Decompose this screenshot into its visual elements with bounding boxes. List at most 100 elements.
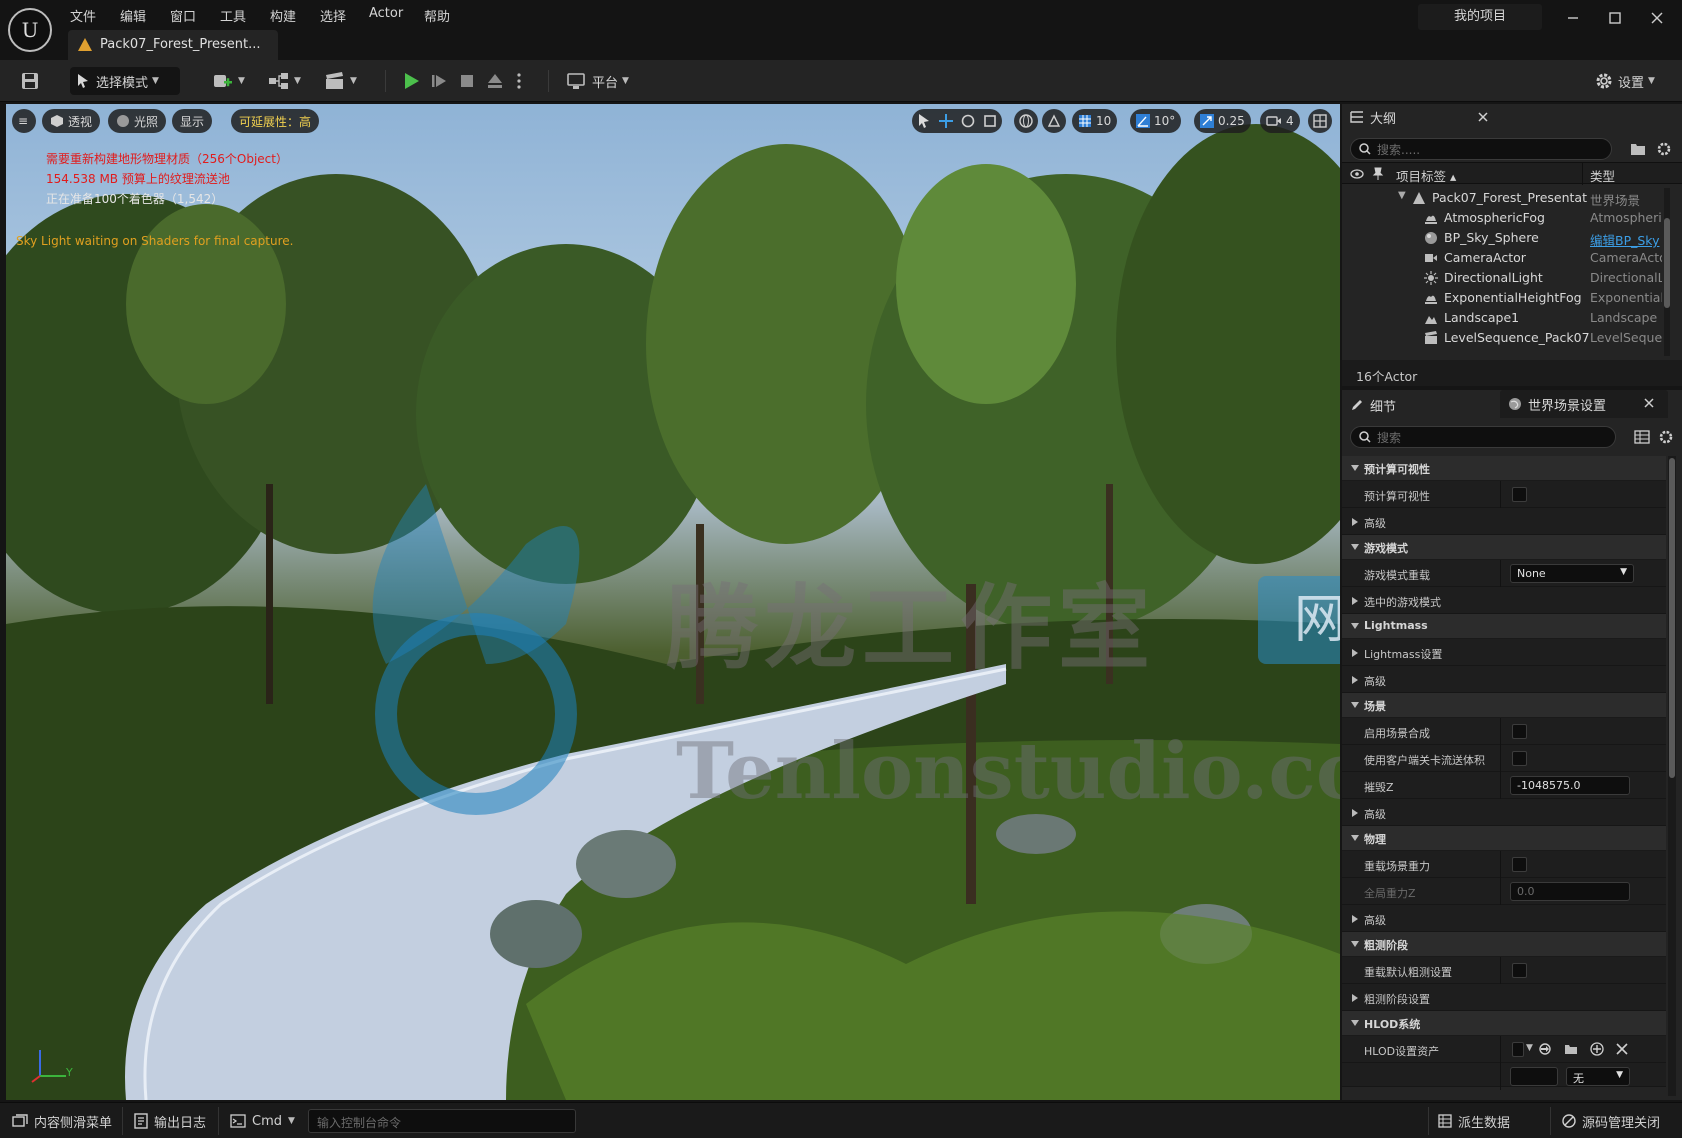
select-arrow-icon[interactable] (916, 113, 932, 129)
viewport-layout-button[interactable] (1308, 109, 1332, 133)
outliner-row[interactable]: BP_Sky_Sphere 编辑BP_Sky (1342, 228, 1662, 248)
category-hlod-system[interactable]: HLOD系统 (1342, 1011, 1666, 1036)
close-window-icon[interactable] (1647, 8, 1667, 28)
camera-speed-button[interactable]: 4 (1260, 109, 1300, 133)
stop-button[interactable] (452, 67, 482, 95)
console-command-input[interactable]: 输入控制台命令 (308, 1109, 576, 1133)
subcategory-advanced[interactable]: 高级 (1342, 799, 1666, 826)
close-tab-icon[interactable] (1644, 398, 1654, 408)
category-game-mode[interactable]: 游戏模式 (1342, 535, 1666, 560)
outliner-row[interactable]: ExponentialHeightFog Exponentiall (1342, 288, 1662, 308)
content-drawer-button[interactable]: 内容侧滑菜单 (12, 1111, 112, 1131)
output-log-button[interactable]: 输出日志 (134, 1111, 206, 1131)
outliner-scroll-thumb[interactable] (1664, 218, 1670, 308)
category-world[interactable]: 场景 (1342, 693, 1666, 718)
add-folder-icon[interactable] (1630, 142, 1646, 156)
outliner-column-type[interactable]: 类型 (1590, 166, 1615, 185)
details-search-input[interactable]: 搜索 (1350, 426, 1616, 448)
lighting-button[interactable]: 光照 (108, 109, 167, 133)
eye-icon[interactable] (1350, 168, 1364, 180)
outliner-search-input[interactable]: 搜索..... (1350, 138, 1612, 160)
settings-dropdown[interactable]: 设置 ▼ (1588, 67, 1661, 95)
subcategory-advanced[interactable]: 高级 (1342, 905, 1666, 932)
gear-icon[interactable] (1656, 141, 1672, 157)
minimize-icon[interactable] (1563, 8, 1583, 28)
outliner-tab[interactable]: 大纲 (1350, 104, 1396, 130)
override-default-broadphase-checkbox[interactable] (1512, 963, 1527, 978)
outliner-row[interactable]: AtmosphericFog Atmospheric (1342, 208, 1662, 228)
subcategory-lightmass-settings[interactable]: Lightmass设置 (1342, 639, 1666, 666)
precomputed-visibility-checkbox[interactable] (1512, 487, 1527, 502)
menu-tools[interactable]: 工具 (220, 6, 246, 26)
game-mode-override-select[interactable]: None ▼ (1510, 564, 1634, 583)
subcategory-advanced[interactable]: 高级 (1342, 508, 1666, 535)
derived-data-button[interactable]: 派生数据 (1438, 1111, 1510, 1131)
category-lightmass[interactable]: Lightmass (1342, 614, 1666, 639)
chevron-down-icon[interactable]: ▼ (1526, 1043, 1533, 1053)
hlod-asset-picker[interactable] (1512, 1042, 1524, 1057)
menu-select[interactable]: 选择 (320, 6, 346, 26)
cmd-dropdown[interactable]: Cmd ▼ (230, 1111, 295, 1131)
browse-folder-icon[interactable] (1564, 1042, 1578, 1056)
subcategory-broadphase-settings[interactable]: 粗测阶段设置 (1342, 984, 1666, 1011)
outliner-row[interactable]: LevelSequence_Pack07 LevelSequen (1342, 328, 1662, 348)
move-icon[interactable] (938, 113, 954, 129)
add-actor-button[interactable]: ▼ (206, 67, 251, 95)
rotate-icon[interactable] (960, 113, 976, 129)
play-options-button[interactable] (510, 67, 528, 95)
category-physics[interactable]: 物理 (1342, 826, 1666, 851)
override-world-gravity-checkbox[interactable] (1512, 857, 1527, 872)
blueprint-button[interactable]: ▼ (262, 67, 307, 95)
category-broadphase[interactable]: 粗测阶段 (1342, 932, 1666, 957)
maximize-icon[interactable] (1605, 8, 1625, 28)
hlod-none-select[interactable]: 无 ▼ (1566, 1067, 1630, 1086)
pin-icon[interactable] (1372, 167, 1384, 181)
edit-blueprint-link[interactable]: 编辑BP_Sky (1590, 230, 1662, 249)
menu-actor[interactable]: Actor (369, 6, 403, 26)
add-icon[interactable] (1590, 1042, 1604, 1056)
surface-snap-toggle[interactable] (1042, 109, 1066, 133)
client-streaming-volumes-checkbox[interactable] (1512, 751, 1527, 766)
play-button[interactable] (396, 67, 426, 95)
enable-world-composition-checkbox[interactable] (1512, 724, 1527, 739)
kill-z-input[interactable]: -1048575.0 (1510, 776, 1630, 795)
rotation-snap-toggle[interactable]: 10° (1130, 109, 1182, 133)
advance-frame-button[interactable] (424, 67, 454, 95)
expand-arrow-icon[interactable]: ▼ (1398, 190, 1406, 201)
subcategory-advanced[interactable]: 高级 (1342, 666, 1666, 693)
table-view-icon[interactable] (1634, 430, 1650, 444)
menu-file[interactable]: 文件 (70, 6, 96, 26)
outliner-row[interactable]: DirectionalLight DirectionalL (1342, 268, 1662, 288)
outliner-row[interactable]: CameraActor CameraActor (1342, 248, 1662, 268)
close-tab-icon[interactable] (1478, 112, 1488, 122)
unreal-logo-icon[interactable]: U (8, 8, 52, 52)
save-button[interactable] (14, 67, 46, 95)
platforms-dropdown[interactable]: 平台 ▼ (560, 67, 635, 95)
scale-snap-toggle[interactable]: 0.25 (1194, 109, 1251, 133)
category-precomputed-visibility[interactable]: 预计算可视性 (1342, 456, 1666, 481)
outliner-column-label[interactable]: 项目标签 ▴ (1396, 166, 1456, 185)
world-settings-tab[interactable]: 世界场景设置 (1500, 390, 1668, 418)
subcategory-selected-game-mode[interactable]: 选中的游戏模式 (1342, 587, 1666, 614)
menu-build[interactable]: 构建 (270, 6, 296, 26)
outliner-row-world[interactable]: ▼ Pack07_Forest_Presentat 世界场景 (1342, 188, 1662, 208)
gear-icon[interactable] (1658, 429, 1674, 445)
menu-help[interactable]: 帮助 (424, 6, 450, 26)
show-button[interactable]: 显示 (172, 109, 213, 133)
level-document-tab[interactable]: Pack07_Forest_Present... (68, 30, 278, 60)
menu-window[interactable]: 窗口 (170, 6, 196, 26)
world-space-toggle[interactable] (1014, 109, 1038, 133)
menu-edit[interactable]: 编辑 (120, 6, 146, 26)
details-tab[interactable]: 细节 (1350, 392, 1396, 418)
grid-snap-toggle[interactable]: 10 (1072, 109, 1118, 133)
eject-button[interactable] (480, 67, 510, 95)
clear-icon[interactable] (1616, 1043, 1628, 1055)
viewport-options-button[interactable]: ≡ (12, 109, 36, 133)
cinematics-button[interactable]: ▼ (318, 67, 363, 95)
details-scrollbar[interactable] (1668, 456, 1676, 1096)
details-scroll-thumb[interactable] (1669, 458, 1675, 778)
scale-icon[interactable] (982, 113, 998, 129)
source-control-button[interactable]: 源码管理关闭 (1562, 1111, 1660, 1131)
level-viewport[interactable]: ≡ 透视 光照 显示 可延展性：高 10 10° 0.25 4 需要重新构建地形… (6, 104, 1340, 1100)
hlod-extra-input[interactable] (1510, 1067, 1558, 1086)
